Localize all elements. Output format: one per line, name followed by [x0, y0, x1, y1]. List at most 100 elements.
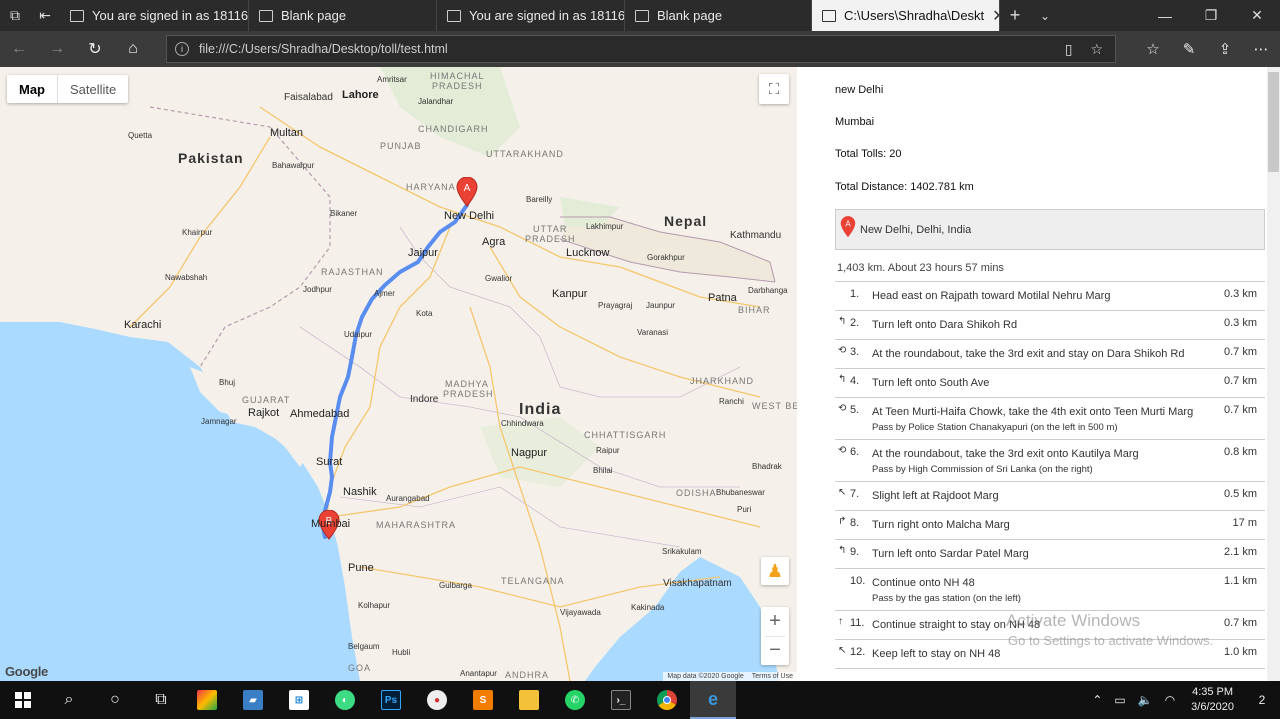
wifi-icon[interactable]: ◠: [1159, 693, 1181, 707]
map-label-city: Lakhimpur: [586, 222, 624, 231]
chrome-icon[interactable]: [644, 681, 690, 719]
map-label-state: PUNJAB: [380, 141, 422, 151]
page-icon: [259, 9, 273, 22]
close-window-icon[interactable]: ✕: [1234, 0, 1280, 31]
google-logo[interactable]: Google: [5, 664, 48, 679]
step-distance: 0.7 km: [1223, 404, 1257, 416]
scrollbar-thumb[interactable]: [1268, 72, 1279, 172]
sublime-icon[interactable]: S: [460, 681, 506, 719]
photoshop-icon[interactable]: Ps: [368, 681, 414, 719]
total-tolls: Total Tolls: 20: [835, 148, 902, 160]
map-label-city: Quetta: [128, 131, 153, 140]
paint-icon[interactable]: ●: [414, 681, 460, 719]
tab-signed-in-2[interactable]: You are signed in as 181161: [437, 0, 625, 31]
map-label-state: GUJARAT: [242, 395, 291, 405]
more-menu-icon[interactable]: ⋯: [1243, 31, 1279, 67]
chevron-down-icon[interactable]: ⌄: [1030, 0, 1060, 31]
file-explorer-icon[interactable]: [506, 681, 552, 719]
android-studio-icon[interactable]: ◐: [322, 681, 368, 719]
search-icon[interactable]: ⌕: [46, 681, 92, 719]
whatsapp-icon[interactable]: ✆: [552, 681, 598, 719]
restore-icon[interactable]: ❐: [1188, 0, 1234, 31]
task-view-icon[interactable]: ⧉: [138, 681, 184, 719]
map-label-city: Surat: [316, 456, 343, 468]
new-tab-icon[interactable]: +: [1000, 0, 1030, 31]
map-label-state: MADHYA: [445, 379, 489, 389]
marker-a[interactable]: A: [456, 177, 478, 207]
minimize-icon[interactable]: —: [1142, 0, 1188, 31]
notes-pen-icon[interactable]: ✎: [1171, 31, 1207, 67]
url-text: file:///C:/Users/Shradha/Desktop/toll/te…: [199, 42, 448, 56]
tab-active-file[interactable]: C:\Users\Shradha\Deskt ✕: [812, 0, 1000, 31]
step-instruction: Turn left onto Sardar Patel Marg: [872, 548, 1029, 560]
step-instruction: Head east on Rajpath toward Motilal Nehr…: [872, 290, 1111, 302]
notification-count: 2: [1258, 693, 1266, 707]
map-label-city: Ahmedabad: [290, 408, 350, 420]
map-type-map-button[interactable]: Map: [7, 75, 58, 103]
zoom-out-button[interactable]: −: [761, 637, 789, 666]
pegman-icon[interactable]: ♟: [761, 557, 789, 585]
zoom-in-button[interactable]: +: [761, 607, 789, 636]
clock-time: 4:35 PM: [1192, 686, 1234, 698]
direction-step[interactable]: ↰ 9. Turn left onto Sardar Patel Marg 2.1 k…: [835, 540, 1265, 569]
fullscreen-icon[interactable]: ⛶: [759, 74, 789, 104]
terms-link[interactable]: Terms of Use: [752, 673, 793, 680]
map-label-city: Bareilly: [526, 195, 553, 204]
start-address-row[interactable]: A New Delhi, Delhi, India: [835, 209, 1265, 250]
tab-blank-2[interactable]: Blank page: [625, 0, 812, 31]
reading-view-icon[interactable]: ▯: [1065, 41, 1073, 58]
map-view[interactable]: Map Satellite ⛶ ♟ + − Google Map data ©2…: [0, 67, 797, 681]
cortana-icon[interactable]: ○: [92, 681, 138, 719]
step-number: 8.: [850, 517, 860, 529]
forward-icon[interactable]: →: [38, 31, 76, 67]
map-type-satellite-button[interactable]: Satellite: [58, 75, 128, 103]
direction-step[interactable]: 1. Head east on Rajpath toward Motilal Ne…: [835, 282, 1265, 311]
direction-step[interactable]: ⟲ 3. At the roundabout, take the 3rd exit …: [835, 340, 1265, 369]
step-number: 7.: [850, 488, 860, 500]
direction-step[interactable]: ⟲ 5. At Teen Murti-Haifa Chowk, take the 4…: [835, 398, 1265, 440]
office-app-icon[interactable]: [184, 681, 230, 719]
turn-icon: ⟲: [838, 403, 847, 414]
system-clock[interactable]: 4:35 PM 3/6/2020: [1181, 685, 1244, 715]
destination-text: Mumbai: [835, 116, 875, 128]
favorites-hub-icon[interactable]: ☆: [1135, 31, 1171, 67]
set-aside-tabs-icon[interactable]: ⇤: [30, 0, 60, 31]
info-icon[interactable]: i: [175, 42, 189, 56]
terminal-icon[interactable]: ›_: [598, 681, 644, 719]
share-icon[interactable]: ⇪: [1207, 31, 1243, 67]
home-icon[interactable]: ⌂: [114, 31, 152, 67]
refresh-icon[interactable]: ↻: [76, 31, 114, 67]
panel-scrollbar[interactable]: [1267, 67, 1280, 681]
volume-icon[interactable]: 🔈: [1132, 693, 1159, 707]
address-bar[interactable]: i file:///C:/Users/Shradha/Desktop/toll/…: [166, 35, 1116, 63]
map-label-city: Faisalabad: [284, 92, 333, 103]
direction-step[interactable]: ↖ 7. Slight left at Rajdoot Marg 0.5 km: [835, 482, 1265, 511]
edge-icon[interactable]: e: [690, 681, 736, 719]
windows-start-icon[interactable]: [0, 681, 46, 719]
favorite-star-icon[interactable]: ☆: [1090, 41, 1103, 58]
direction-step[interactable]: ⟲ 6. At the roundabout, take the 3rd exit …: [835, 440, 1265, 482]
direction-step[interactable]: 10. Continue onto NH 48 Pass by the gas st…: [835, 569, 1265, 611]
map-data-attribution[interactable]: Map data ©2020 Google: [667, 673, 743, 680]
battery-icon[interactable]: ▭: [1108, 693, 1131, 707]
direction-step[interactable]: ↰ 4. Turn left onto South Ave 0.7 km: [835, 369, 1265, 398]
notifications-icon[interactable]: 2: [1244, 681, 1280, 719]
store-icon[interactable]: ⊞: [276, 681, 322, 719]
step-note: Pass by the gas station (on the left): [872, 593, 1021, 604]
desktop-app-icon[interactable]: ▰: [230, 681, 276, 719]
map-label-city: Hubli: [392, 648, 411, 657]
close-tab-icon[interactable]: ✕: [992, 6, 999, 26]
map-label-city: Kanpur: [552, 288, 588, 300]
back-icon[interactable]: ←: [0, 31, 38, 67]
step-number: 2.: [850, 317, 860, 329]
tab-blank-1[interactable]: Blank page: [249, 0, 437, 31]
map-label-city: Ranchi: [719, 397, 744, 406]
tab-signed-in-1[interactable]: You are signed in as 181161: [60, 0, 249, 31]
chevron-up-icon[interactable]: ⌃: [1086, 693, 1108, 707]
tab-actions-icon[interactable]: ⧉: [0, 0, 30, 31]
browser-nav-bar: ← → ↻ ⌂ i file:///C:/Users/Shradha/Deskt…: [0, 31, 1280, 67]
map-label-state: MAHARASHTRA: [376, 520, 457, 530]
direction-step[interactable]: ↰ 2. Turn left onto Dara Shikoh Rd 0.3 km: [835, 311, 1265, 340]
step-number: 5.: [850, 404, 860, 416]
direction-step[interactable]: ↱ 8. Turn right onto Malcha Marg 17 m: [835, 511, 1265, 540]
